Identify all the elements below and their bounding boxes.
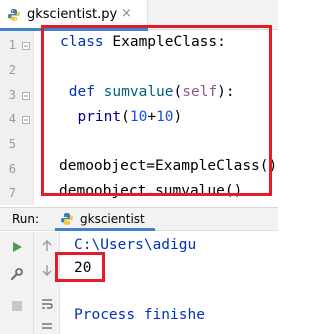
code-highlight-box [41,25,272,196]
wrench-icon [10,268,23,281]
scroll-up-button[interactable] [37,236,57,256]
output-highlight-box [55,252,105,282]
wrap-lines-icon [42,299,53,309]
line-number: 7 [8,186,16,200]
print-button[interactable] [37,316,57,334]
line-number: 5 [8,137,16,151]
python-run-config-icon [61,213,73,225]
run-config-tab[interactable]: gkscientist [80,212,145,226]
console-line-path: C:\Users\adigu [74,237,197,253]
settings-button[interactable] [7,264,27,284]
align-lines-icon [42,323,52,329]
run-window-header: Run: gkscientist [0,207,278,231]
stop-button[interactable] [7,296,27,316]
fold-marker-icon[interactable] [22,92,30,100]
python-file-icon [8,9,20,21]
close-icon[interactable]: × [121,6,132,22]
arrow-up-icon [42,240,52,251]
stop-icon [12,301,22,311]
soft-wrap-button[interactable] [37,294,57,314]
run-label: Run: [12,212,40,226]
play-icon [13,242,22,252]
rerun-button[interactable] [7,237,27,257]
fold-end-icon[interactable] [22,116,30,124]
line-number-gutter: 1 2 3 4 5 6 7 [0,31,34,205]
fold-marker-icon[interactable] [22,42,30,50]
scroll-down-button[interactable] [37,260,57,280]
line-number: 4 [8,112,16,126]
arrow-down-icon [42,265,52,276]
line-number: 1 [8,38,16,52]
run-toolbar [0,232,34,334]
console-line-process: Process finishe [74,307,205,323]
editor-tab-label: gkscientist.py [27,7,118,22]
line-number: 2 [8,63,16,77]
line-number: 6 [8,162,16,176]
console-toolbar [34,232,60,334]
active-run-tab-indicator [55,228,155,231]
line-number: 3 [8,88,16,102]
